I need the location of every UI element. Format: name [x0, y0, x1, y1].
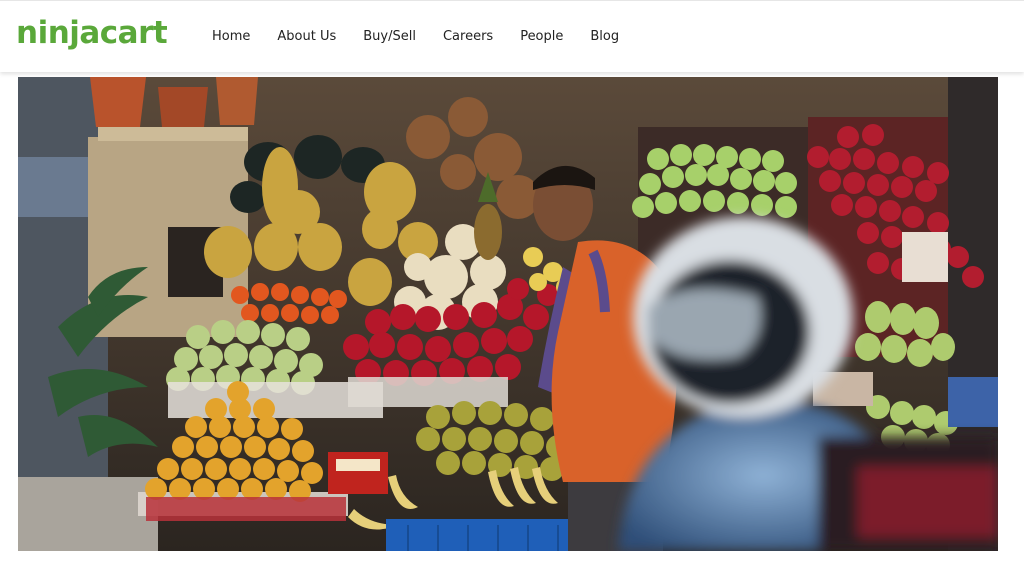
main-nav: Home About Us Buy/Sell Careers People Bl… [212, 29, 646, 44]
fruit-stall-photo-icon [18, 77, 998, 551]
nav-people-link[interactable]: People [520, 29, 563, 44]
ninjacart-logo[interactable]: ninjacart [16, 15, 168, 51]
nav-home-link[interactable]: Home [212, 29, 250, 44]
site-header: ninjacart Home About Us Buy/Sell Careers… [0, 0, 1024, 72]
nav-careers-link[interactable]: Careers [443, 29, 493, 44]
nav-blog-link[interactable]: Blog [590, 29, 619, 44]
nav-about-us-link[interactable]: About Us [277, 29, 336, 44]
nav-buy-sell-link[interactable]: Buy/Sell [363, 29, 416, 44]
hero-image [18, 77, 998, 551]
